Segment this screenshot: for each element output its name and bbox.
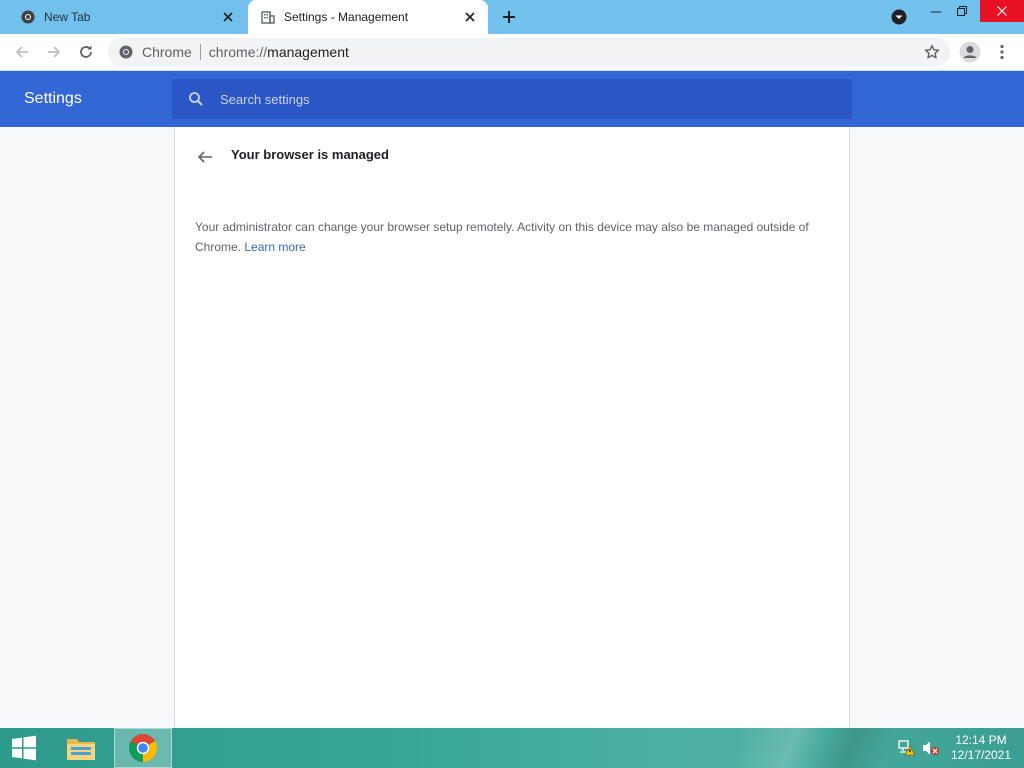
divider <box>199 44 201 60</box>
chevron-down-icon <box>891 9 907 25</box>
network-warning-icon[interactable] <box>898 740 916 756</box>
minimize-icon <box>931 11 941 13</box>
back-button[interactable] <box>10 40 34 64</box>
tab-search-button[interactable] <box>888 6 910 28</box>
window-close-button[interactable] <box>980 0 1024 22</box>
tab-new-tab[interactable]: New Tab <box>8 0 246 34</box>
search-input[interactable] <box>218 83 852 115</box>
chrome-icon <box>118 44 134 60</box>
close-icon[interactable] <box>218 7 238 27</box>
kebab-menu-icon <box>1000 44 1004 60</box>
forward-button[interactable] <box>42 40 66 64</box>
reload-icon <box>80 45 92 58</box>
site-chip: Chrome <box>142 44 192 60</box>
new-tab-button[interactable] <box>498 6 520 28</box>
restore-icon <box>957 6 967 16</box>
url-text: chrome://management <box>208 44 349 60</box>
back-arrow-button[interactable] <box>193 145 217 169</box>
settings-header: Settings <box>0 71 1024 127</box>
windows-logo-icon <box>12 735 36 761</box>
close-icon <box>997 6 1007 16</box>
arrow-right-icon <box>48 46 61 58</box>
learn-more-link[interactable]: Learn more <box>244 240 305 254</box>
address-bar[interactable]: Chrome chrome://management <box>108 38 950 66</box>
menu-button[interactable] <box>990 40 1014 64</box>
management-heading: Your browser is managed <box>231 147 389 162</box>
search-icon <box>186 89 206 109</box>
building-icon <box>260 9 276 25</box>
tab-settings-management[interactable]: Settings - Management <box>248 0 488 34</box>
chrome-icon <box>20 9 36 25</box>
volume-muted-icon[interactable] <box>922 740 940 756</box>
reload-button[interactable] <box>74 40 98 64</box>
restore-button[interactable] <box>950 0 974 22</box>
tab-strip: New Tab Settings - Management <box>0 0 1024 34</box>
avatar-icon <box>959 41 981 63</box>
browser-toolbar: Chrome chrome://management <box>0 34 1024 71</box>
clock-date: 12/17/2021 <box>950 748 1012 762</box>
star-icon <box>924 44 940 59</box>
tab-title: New Tab <box>44 10 91 24</box>
arrow-left-icon <box>15 46 28 58</box>
page-title: Settings <box>24 90 82 107</box>
profile-button[interactable] <box>958 40 982 64</box>
start-button[interactable] <box>0 728 48 768</box>
arrow-left-icon <box>197 151 212 163</box>
system-clock[interactable]: 12:14 PM 12/17/2021 <box>946 733 1016 763</box>
chrome-taskbar-button[interactable] <box>114 728 172 768</box>
folder-icon <box>67 739 95 760</box>
minimize-button[interactable] <box>924 0 948 22</box>
settings-search-box[interactable] <box>172 79 852 119</box>
taskbar-wallpaper-streak <box>740 728 920 768</box>
management-description: Your administrator can change your brows… <box>195 220 809 254</box>
bookmark-star-button[interactable] <box>922 42 942 62</box>
chrome-logo-icon <box>129 734 157 762</box>
file-explorer-taskbar-button[interactable] <box>52 728 110 768</box>
tab-title: Settings - Management <box>284 10 409 24</box>
plus-icon <box>503 11 515 23</box>
close-icon[interactable] <box>460 7 480 27</box>
clock-time: 12:14 PM <box>955 733 1007 747</box>
management-card: Your browser is managed Your administrat… <box>174 127 850 728</box>
taskbar: 12:14 PM 12/17/2021 <box>0 728 1024 768</box>
